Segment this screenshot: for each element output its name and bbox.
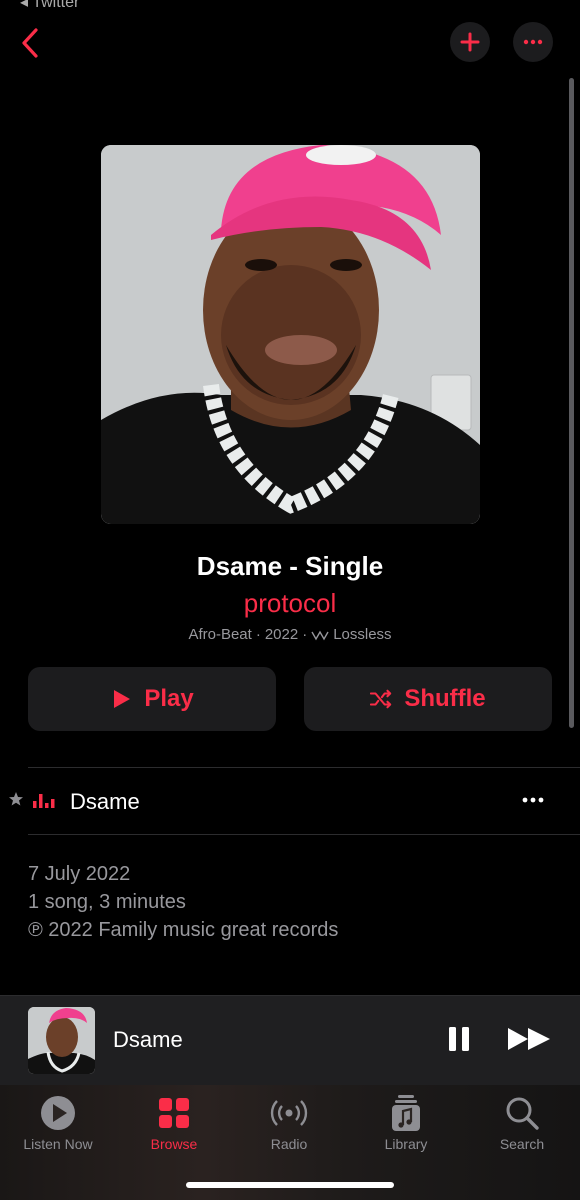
favorite-star-icon <box>9 792 23 806</box>
divider <box>28 834 580 835</box>
mini-player-artwork <box>28 1007 95 1074</box>
copyright: ℗ 2022 Family music great records <box>28 919 339 941</box>
album-artwork <box>101 145 480 524</box>
album-title: Dsame - Single <box>196 551 384 581</box>
track-ellipsis-icon[interactable] <box>518 790 548 810</box>
tab-label: Listen Now <box>23 1136 93 1152</box>
meta-separator: · <box>255 626 261 643</box>
tab-search[interactable]: Search <box>472 1093 572 1152</box>
lossless-label: Lossless <box>333 626 392 643</box>
shuffle-button[interactable]: Shuffle <box>304 667 552 731</box>
status-back-to-app[interactable]: ◂ Twitter <box>20 0 79 12</box>
tab-label: Search <box>499 1136 545 1152</box>
play-button[interactable]: Play <box>28 667 276 731</box>
release-date: 7 July 2022 <box>28 863 131 885</box>
music-library-icon <box>392 1095 420 1131</box>
lossless-wave-icon <box>311 630 329 640</box>
radio-waves-icon <box>270 1100 308 1126</box>
chevron-left-icon <box>22 28 38 58</box>
mini-player[interactable]: Dsame <box>0 995 580 1085</box>
shuffle-icon <box>370 689 392 709</box>
meta-separator: · <box>302 626 308 643</box>
tab-label: Library <box>384 1136 428 1152</box>
year-label: 2022 <box>264 626 299 643</box>
fast-forward-icon[interactable] <box>506 1024 554 1054</box>
track-title: Dsame <box>70 789 140 814</box>
play-label: Play <box>144 685 194 712</box>
tab-label: Browse <box>150 1136 198 1152</box>
ellipsis-icon <box>523 39 543 45</box>
tab-browse[interactable]: Browse <box>124 1093 224 1152</box>
play-circle-icon <box>41 1096 75 1130</box>
tab-listen-now[interactable]: Listen Now <box>8 1093 108 1152</box>
now-playing-bars-icon <box>33 794 55 808</box>
plus-icon <box>460 32 480 52</box>
track-row[interactable]: Dsame <box>0 768 580 834</box>
tab-radio[interactable]: Radio <box>239 1093 339 1152</box>
pause-icon[interactable] <box>444 1024 474 1054</box>
artist-link[interactable]: protocol <box>0 588 580 619</box>
play-icon <box>114 690 131 708</box>
tab-label: Radio <box>270 1136 308 1152</box>
more-options-button[interactable] <box>513 22 553 62</box>
back-button[interactable] <box>14 24 48 62</box>
genre-label: Afro-Beat <box>188 626 252 643</box>
magnifier-icon <box>506 1097 539 1130</box>
album-summary: 1 song, 3 minutes <box>28 891 186 913</box>
grid-icon <box>159 1098 189 1128</box>
add-to-library-button[interactable] <box>450 22 490 62</box>
home-indicator[interactable] <box>186 1182 394 1188</box>
tab-library[interactable]: Library <box>356 1093 456 1152</box>
mini-player-title: Dsame <box>113 1027 183 1052</box>
album-meta: Afro-Beat · 2022 · Lossless <box>0 626 580 643</box>
album-info: 7 July 2022 1 song, 3 minutes ℗ 2022 Fam… <box>28 860 338 944</box>
shuffle-label: Shuffle <box>404 685 486 712</box>
